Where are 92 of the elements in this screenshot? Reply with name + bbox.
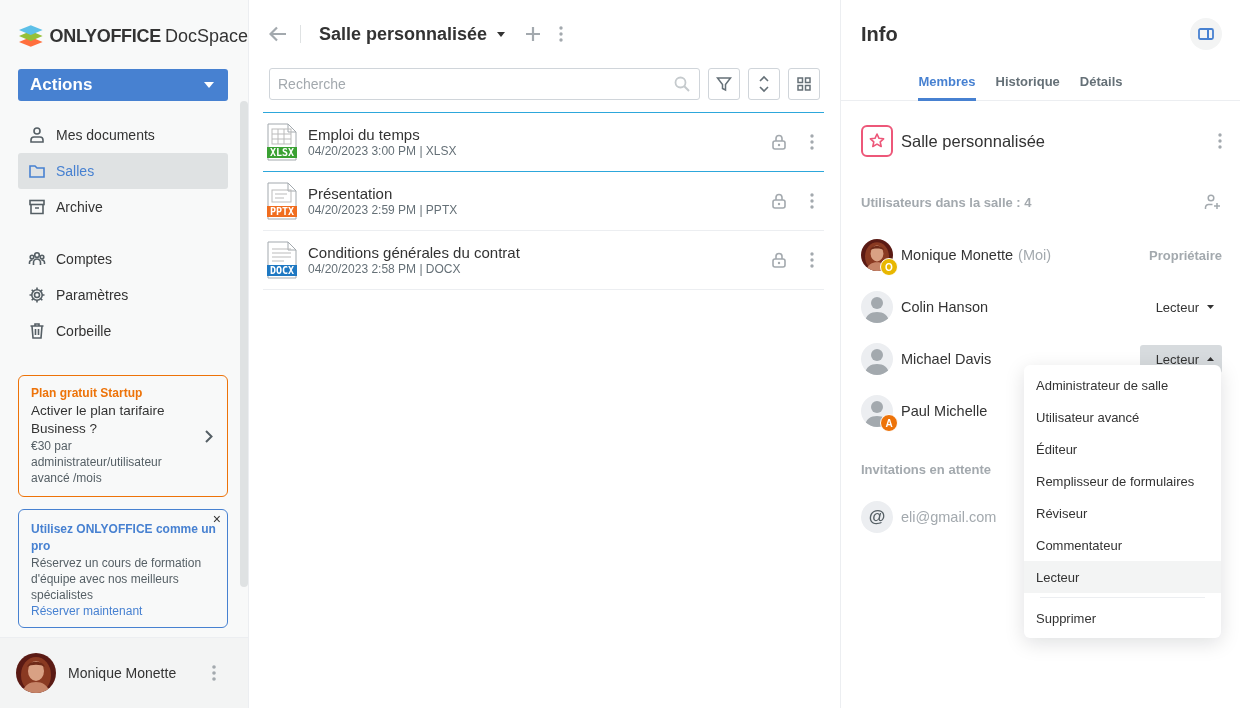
filter-button[interactable] [708, 68, 740, 100]
back-arrow-icon[interactable] [269, 26, 287, 42]
plan-heading: Activer le plan tarifaire Business ? [31, 402, 166, 438]
menu-item[interactable]: Supprimer [1024, 602, 1221, 634]
tab[interactable]: Historique [995, 68, 1060, 101]
actions-button[interactable]: Actions [18, 69, 228, 101]
add-user-icon[interactable] [1204, 194, 1222, 210]
member-name: Monique Monette [901, 247, 1014, 263]
lock-icon[interactable] [772, 134, 786, 150]
more-icon[interactable] [810, 134, 814, 150]
menu-item[interactable]: Lecteur [1024, 561, 1221, 593]
file-meta: 04/20/2023 2:59 PM | PPTX [308, 203, 459, 217]
lock-icon[interactable] [772, 193, 786, 209]
role-badge: A [880, 414, 898, 432]
panel-toggle-button[interactable] [1190, 18, 1222, 50]
star-room-icon [861, 125, 893, 157]
grid-icon [797, 77, 811, 91]
filter-icon [716, 76, 732, 92]
panel-title: Info [861, 22, 898, 46]
tab[interactable]: Membres [918, 68, 976, 101]
member-note: (Moi) [1018, 247, 1052, 263]
email-avatar: @ [861, 501, 893, 533]
search-icon [674, 76, 690, 92]
more-icon[interactable] [810, 193, 814, 209]
sort-button[interactable] [748, 68, 780, 100]
promo-text: Réservez un cours de formation d'équipe avec nos meilleurs spécialistes [31, 555, 203, 603]
caret-icon [204, 82, 214, 88]
folder-icon [28, 162, 46, 180]
file-row[interactable]: XLSX Emploi du temps 04/20/2023 3:00 PM | XLSX [263, 112, 824, 172]
member-name: Colin Hanson [901, 299, 989, 315]
file-name: Emploi du temps [308, 126, 421, 143]
role-dropdown[interactable]: Lecteur [1139, 293, 1222, 321]
avatar-icon [861, 343, 893, 375]
avatar-icon [861, 291, 893, 323]
sidebar-item[interactable]: Comptes [18, 241, 228, 277]
view-toggle-button[interactable] [788, 68, 820, 100]
doc-file-icon: DOCX [266, 241, 298, 279]
menu-item[interactable]: Réviseur [1024, 497, 1221, 529]
member-name: Michael Davis [901, 351, 992, 367]
user-icon [28, 126, 46, 144]
file-row[interactable]: DOCX Conditions générales du contrat 04/20/2023 2:58 PM | DOCX [263, 231, 824, 290]
sidebar-item[interactable]: Mes documents [18, 117, 228, 153]
logo-product: DocSpace [164, 25, 248, 47]
file-meta: 04/20/2023 3:00 PM | XLSX [308, 144, 458, 158]
member-role: Propriétaire [1149, 247, 1222, 263]
member-name: Paul Michelle [901, 403, 988, 419]
caret-icon [1207, 305, 1214, 309]
plan-title: Plan gratuit Startup [31, 386, 144, 400]
sidebar-item[interactable]: Paramètres [18, 277, 228, 313]
plus-icon[interactable] [525, 26, 542, 42]
menu-item[interactable]: Commentateur [1024, 529, 1221, 561]
slides-file-icon: PPTX [266, 182, 298, 220]
sort-icon [758, 75, 770, 93]
room-name: Salle personnalisée [901, 131, 1046, 151]
more-icon[interactable] [212, 665, 216, 681]
invite-email: eli@gmail.com [901, 509, 997, 525]
pending-label: Invitations en attente [861, 461, 992, 477]
menu-item[interactable]: Éditeur [1024, 433, 1221, 465]
search-field[interactable]: Recherche [269, 68, 700, 100]
sidebar-item[interactable]: Corbeille [18, 313, 228, 349]
scrollbar[interactable] [240, 101, 248, 587]
plan-card[interactable]: Plan gratuit Startup Activer le plan tarifaire Business ? €30 par administrateur/utilisateur avancé /mois [18, 375, 228, 497]
gear-icon [28, 286, 46, 304]
caret-icon[interactable] [497, 31, 506, 37]
more-icon[interactable] [810, 252, 814, 268]
caret-icon [1207, 357, 1214, 361]
file-name: Conditions générales du contrat [308, 244, 521, 261]
menu-item[interactable]: Remplisseur de formulaires [1024, 465, 1221, 497]
plan-description: €30 par administrateur/utilisateur avancé /mois [31, 438, 163, 486]
user-name: Monique Monette [68, 665, 178, 681]
avatar-icon [861, 395, 893, 427]
sidebar-icon [1198, 28, 1214, 40]
lock-icon[interactable] [772, 252, 786, 268]
logo-brand: ONLYOFFICE [49, 25, 161, 47]
sheet-file-icon: XLSX [266, 123, 298, 161]
file-row[interactable]: PPTX Présentation 04/20/2023 2:59 PM | PPTX [263, 172, 824, 231]
people-icon [28, 250, 46, 268]
sidebar-item[interactable]: Archive [18, 189, 228, 225]
room-title[interactable]: Salle personnalisée [319, 23, 488, 45]
file-name: Présentation [308, 185, 394, 202]
users-count-label: Utilisateurs dans la salle : 4 [861, 194, 1032, 210]
tab[interactable]: Détails [1079, 68, 1123, 101]
archive-icon [28, 198, 46, 216]
more-icon[interactable] [559, 26, 564, 42]
logo-icon [18, 24, 44, 48]
menu-item[interactable]: Utilisateur avancé [1024, 401, 1221, 433]
more-icon[interactable] [1218, 133, 1222, 149]
trash-icon [28, 322, 46, 340]
chevron-right-icon [205, 429, 213, 443]
promo-link[interactable]: Réserver maintenant [31, 603, 143, 619]
file-meta: 04/20/2023 2:58 PM | DOCX [308, 262, 462, 276]
role-badge: O [880, 258, 898, 276]
